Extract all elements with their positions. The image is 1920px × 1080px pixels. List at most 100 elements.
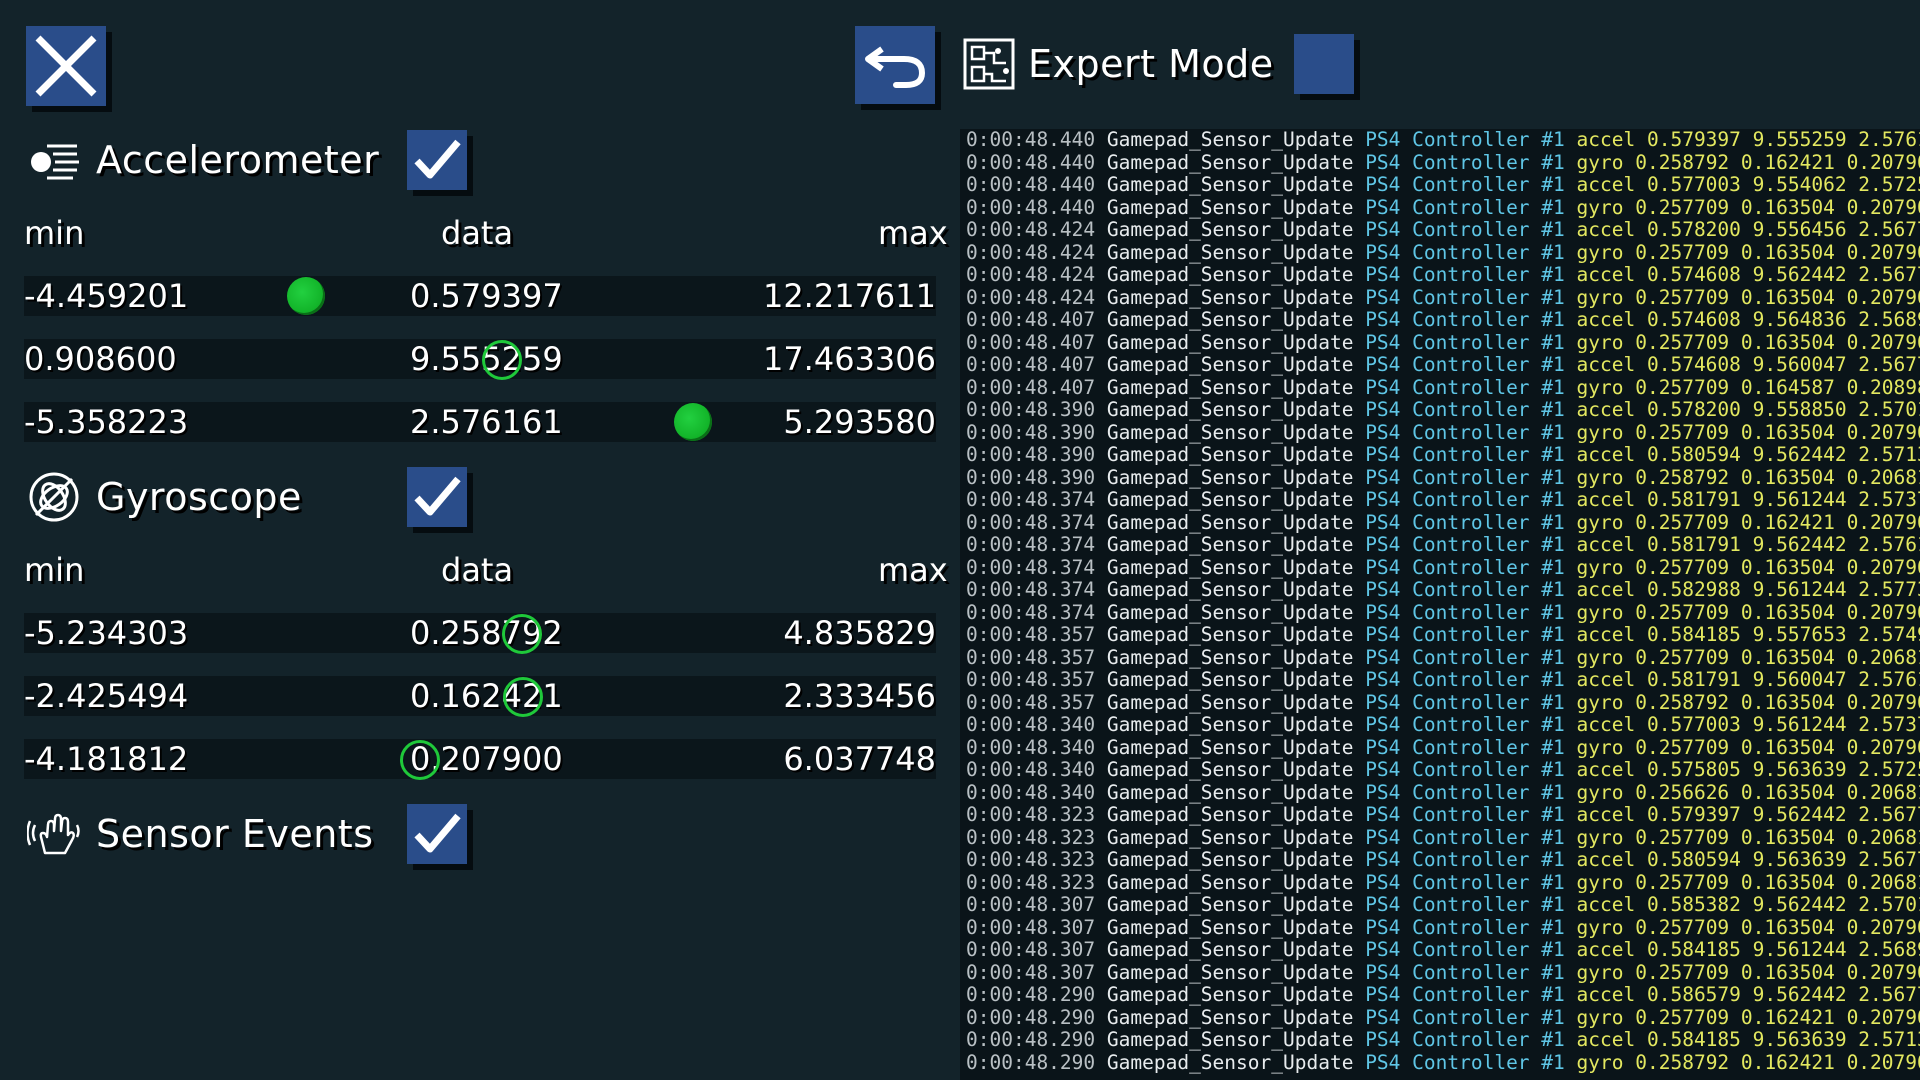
log-sensor-type: gyro — [1576, 195, 1624, 219]
log-line: 0:00:48.323 Gamepad_Sensor_Update PS4 Co… — [960, 848, 1920, 872]
gyro-y-indicator — [503, 677, 543, 717]
log-controller: PS4 Controller #1 — [1365, 960, 1565, 984]
sensor-events-header: Sensor Events — [26, 806, 374, 862]
log-line: 0:00:48.424 Gamepad_Sensor_Update PS4 Co… — [960, 285, 1920, 310]
log-sensor-type: accel — [1576, 353, 1636, 376]
log-timestamp: 0:00:48.424 — [966, 240, 1096, 264]
back-button[interactable] — [855, 26, 935, 104]
log-values: 0.257709 0.163504 0.207900 — [1635, 555, 1920, 579]
gyroscope-header: Gyroscope — [26, 469, 302, 525]
log-function: Gamepad_Sensor_Update — [1106, 240, 1354, 264]
log-function: Gamepad_Sensor_Update — [1106, 938, 1354, 961]
log-values: 0.579397 9.562442 2.567781 — [1646, 803, 1920, 826]
gyroscope-title: Gyroscope — [96, 475, 302, 519]
log-timestamp: 0:00:48.323 — [966, 870, 1096, 894]
accel-col-data: data — [441, 214, 514, 252]
gyroscope-checkbox[interactable] — [407, 467, 467, 527]
log-controller: PS4 Controller #1 — [1365, 465, 1565, 489]
log-function: Gamepad_Sensor_Update — [1106, 758, 1354, 781]
log-line: 0:00:48.374 Gamepad_Sensor_Update PS4 Co… — [960, 533, 1920, 557]
log-values: 0.584185 9.557653 2.574964 — [1646, 623, 1920, 646]
log-line: 0:00:48.290 Gamepad_Sensor_Update PS4 Co… — [960, 1005, 1920, 1030]
log-values: 0.258792 0.163504 0.206817 — [1635, 465, 1920, 489]
log-controller: PS4 Controller #1 — [1365, 735, 1565, 759]
gyroscope-icon — [26, 469, 82, 525]
expert-mode-toggle[interactable]: Expert Mode — [962, 32, 1354, 96]
accel-y-indicator — [482, 340, 522, 380]
sensor-event-log[interactable]: 0:00:48.440 Gamepad_Sensor_Update PS4 Co… — [960, 129, 1920, 1080]
log-controller: PS4 Controller #1 — [1365, 1028, 1565, 1051]
log-values: 0.257709 0.163504 0.207900 — [1635, 915, 1920, 939]
log-controller: PS4 Controller #1 — [1365, 780, 1565, 804]
log-timestamp: 0:00:48.307 — [966, 915, 1096, 939]
log-controller: PS4 Controller #1 — [1365, 443, 1565, 466]
log-controller: PS4 Controller #1 — [1365, 129, 1565, 151]
log-timestamp: 0:00:48.424 — [966, 285, 1096, 309]
log-sensor-type: gyro — [1576, 915, 1624, 939]
sensor-events-checkbox[interactable] — [407, 804, 467, 864]
accel-z-indicator — [674, 403, 712, 441]
log-timestamp: 0:00:48.340 — [966, 735, 1096, 759]
log-function: Gamepad_Sensor_Update — [1106, 218, 1354, 241]
log-line: 0:00:48.323 Gamepad_Sensor_Update PS4 Co… — [960, 870, 1920, 895]
log-sensor-type: gyro — [1576, 555, 1624, 579]
log-controller: PS4 Controller #1 — [1365, 555, 1565, 579]
log-sensor-type: accel — [1576, 443, 1636, 466]
log-controller: PS4 Controller #1 — [1365, 578, 1565, 601]
log-sensor-type: accel — [1576, 218, 1636, 241]
gyro-x-max: 4.835829 — [783, 614, 936, 652]
log-sensor-type: gyro — [1576, 1005, 1624, 1029]
accel-z-max: 5.293580 — [783, 403, 936, 441]
log-function: Gamepad_Sensor_Update — [1106, 960, 1354, 984]
log-line: 0:00:48.390 Gamepad_Sensor_Update PS4 Co… — [960, 443, 1920, 467]
sensor-events-title: Sensor Events — [96, 812, 374, 856]
log-values: 0.585382 9.562442 2.570175 — [1646, 893, 1920, 916]
log-line: 0:00:48.307 Gamepad_Sensor_Update PS4 Co… — [960, 915, 1920, 940]
log-function: Gamepad_Sensor_Update — [1106, 713, 1354, 736]
log-values: 0.574608 9.564836 2.568978 — [1646, 308, 1920, 331]
log-function: Gamepad_Sensor_Update — [1106, 870, 1354, 894]
log-sensor-type: gyro — [1576, 690, 1624, 714]
log-timestamp: 0:00:48.323 — [966, 848, 1096, 871]
expert-mode-checkbox[interactable] — [1293, 34, 1354, 94]
log-values: 0.258792 0.163504 0.207900 — [1635, 690, 1920, 714]
log-values: 0.584185 9.563639 2.571373 — [1646, 1028, 1920, 1051]
log-function: Gamepad_Sensor_Update — [1106, 780, 1354, 804]
log-values: 0.257709 0.163504 0.207900 — [1635, 195, 1920, 219]
log-timestamp: 0:00:48.390 — [966, 420, 1096, 444]
accel-col-min: min — [24, 214, 85, 252]
log-controller: PS4 Controller #1 — [1365, 803, 1565, 826]
log-function: Gamepad_Sensor_Update — [1106, 488, 1354, 511]
accel-y-min: 0.908600 — [24, 340, 177, 378]
log-sensor-type: accel — [1576, 398, 1636, 421]
log-timestamp: 0:00:48.440 — [966, 150, 1096, 174]
log-line: 0:00:48.307 Gamepad_Sensor_Update PS4 Co… — [960, 893, 1920, 917]
log-sensor-type: accel — [1576, 129, 1636, 151]
log-line: 0:00:48.390 Gamepad_Sensor_Update PS4 Co… — [960, 465, 1920, 490]
close-button[interactable] — [26, 26, 106, 106]
accelerometer-header: Accelerometer — [26, 132, 379, 188]
log-timestamp: 0:00:48.307 — [966, 893, 1096, 916]
log-line: 0:00:48.374 Gamepad_Sensor_Update PS4 Co… — [960, 488, 1920, 512]
accel-x-data: 0.579397 — [410, 277, 563, 315]
log-line: 0:00:48.357 Gamepad_Sensor_Update PS4 Co… — [960, 690, 1920, 715]
log-timestamp: 0:00:48.340 — [966, 780, 1096, 804]
log-timestamp: 0:00:48.390 — [966, 398, 1096, 421]
log-values: 0.257709 0.162421 0.207900 — [1635, 1005, 1920, 1029]
log-timestamp: 0:00:48.407 — [966, 353, 1096, 376]
log-line: 0:00:48.357 Gamepad_Sensor_Update PS4 Co… — [960, 623, 1920, 647]
log-sensor-type: gyro — [1576, 825, 1624, 849]
log-sensor-type: accel — [1576, 263, 1636, 286]
log-values: 0.577003 9.561244 2.573767 — [1646, 713, 1920, 736]
expert-mode-label: Expert Mode — [1028, 42, 1274, 86]
log-controller: PS4 Controller #1 — [1365, 600, 1565, 624]
log-values: 0.257709 0.163504 0.207900 — [1635, 960, 1920, 984]
log-values: 0.256626 0.163504 0.206817 — [1635, 780, 1920, 804]
log-function: Gamepad_Sensor_Update — [1106, 915, 1354, 939]
log-function: Gamepad_Sensor_Update — [1106, 645, 1354, 669]
log-values: 0.582988 9.561244 2.577358 — [1646, 578, 1920, 601]
accelerometer-checkbox[interactable] — [407, 130, 467, 190]
log-values: 0.574608 9.562442 2.567781 — [1646, 263, 1920, 286]
log-controller: PS4 Controller #1 — [1365, 173, 1565, 196]
gyro-col-max: max — [878, 551, 948, 589]
